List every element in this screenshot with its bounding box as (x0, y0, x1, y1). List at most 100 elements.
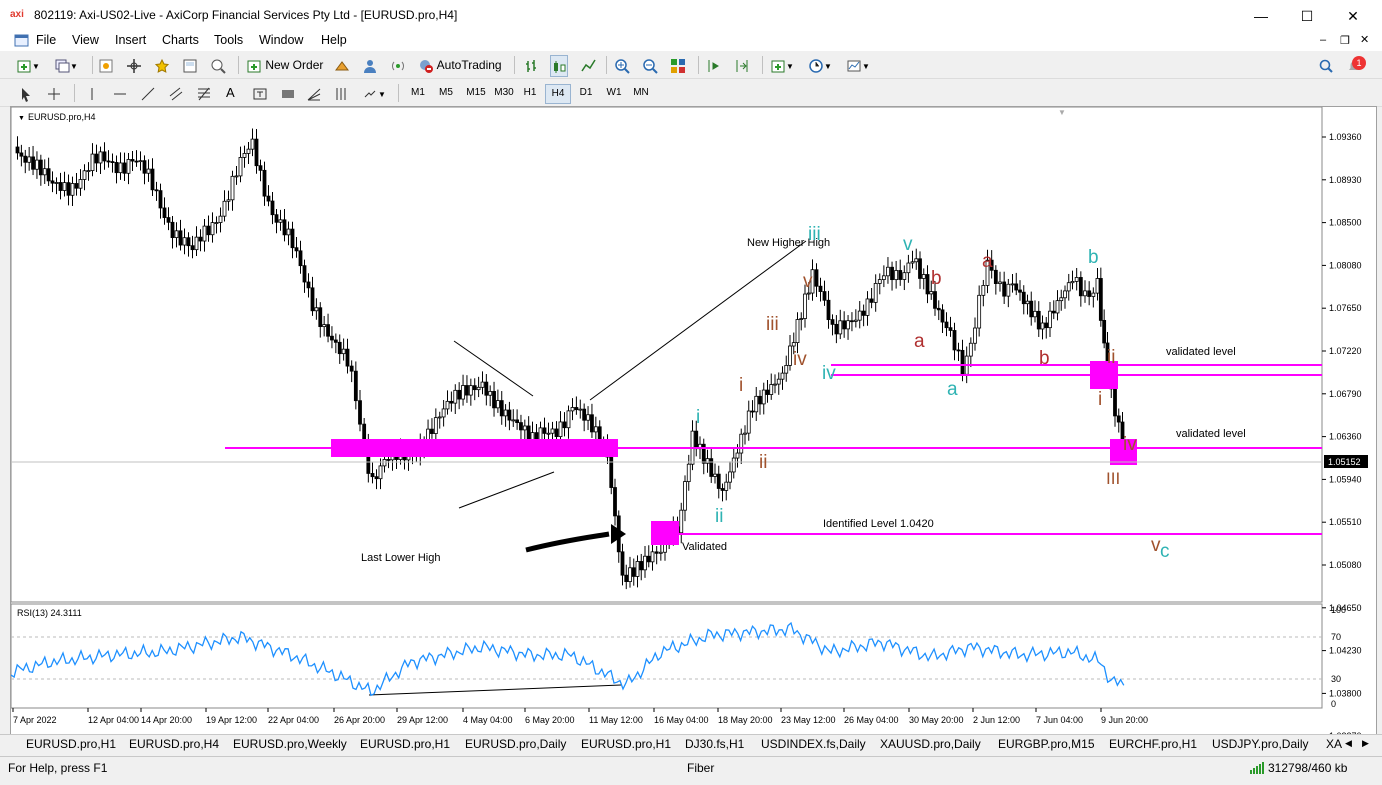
price-chart[interactable]: 1.09360 1.08930 1.08500 1.08080 1.07650 1.072… (10, 106, 1376, 741)
navigator-button[interactable] (154, 55, 170, 75)
candle-body (50, 180, 55, 184)
strategy-tester-button[interactable] (210, 55, 226, 75)
zoom-in-button[interactable] (614, 55, 630, 75)
candle-body (838, 320, 843, 335)
timeframe-mn[interactable]: MN (629, 84, 653, 102)
tab-scroll-left-icon[interactable]: ◀ (1345, 738, 1352, 749)
tab-eurchf-h1[interactable]: EURCHF.pro,H1 (1109, 737, 1197, 751)
menu-charts[interactable]: Charts (162, 33, 199, 47)
templates-button[interactable]: ▼ (846, 55, 870, 75)
tab-xa[interactable]: XA (1326, 737, 1342, 751)
autotrading-button[interactable]: AutoTrading (418, 55, 502, 75)
minimize-button[interactable]: — (1238, 4, 1284, 28)
candle-body (499, 400, 504, 417)
market-watch-button[interactable] (98, 55, 114, 75)
maximize-button[interactable]: ☐ (1284, 4, 1330, 28)
user-icon (364, 59, 376, 73)
arrows-tool[interactable]: ▼ (362, 83, 386, 103)
indicators-button[interactable]: ▼ (770, 55, 794, 75)
notifications-button[interactable]: 1 (1346, 55, 1366, 75)
tab-eurgbp-m15[interactable]: EURGBP.pro,M15 (998, 737, 1095, 751)
mdi-window-icon[interactable] (14, 33, 30, 49)
equidistant-channel-tool[interactable] (168, 83, 184, 103)
candle-body (728, 471, 732, 483)
fibonacci-tool[interactable] (196, 83, 212, 103)
line-chart-button[interactable] (580, 55, 596, 75)
vertical-line-tool[interactable] (84, 83, 100, 103)
signals-button[interactable] (362, 55, 378, 75)
menu-file[interactable]: File (36, 33, 56, 47)
candle-body (586, 414, 590, 421)
search-button[interactable] (1318, 55, 1334, 75)
tab-usdindex-daily[interactable]: USDINDEX.fs,Daily (761, 737, 866, 751)
menu-insert[interactable]: Insert (115, 33, 146, 47)
candle-body (507, 409, 512, 421)
mdi-minimize-icon[interactable]: – (1320, 34, 1326, 46)
tab-scroll-right-icon[interactable]: ▶ (1362, 738, 1369, 749)
collapse-icon[interactable]: ▼ (18, 115, 25, 122)
cursor-tool[interactable] (18, 83, 34, 103)
tab-eurusd-h1-2[interactable]: EURUSD.pro,H1 (360, 737, 450, 751)
text-tool[interactable]: A (226, 83, 235, 103)
new-order-button[interactable]: New Order (246, 55, 323, 75)
gann-tool[interactable] (334, 83, 350, 103)
crosshair-tool[interactable] (46, 83, 62, 103)
fibo-fan-tool[interactable] (306, 83, 322, 103)
periods-button[interactable]: ▼ (808, 55, 832, 75)
candle-body (162, 207, 167, 218)
zoom-out-button[interactable] (642, 55, 658, 75)
vps-button[interactable] (390, 55, 406, 75)
text-label-tool[interactable] (252, 83, 268, 103)
timeframe-m15[interactable]: M15 (462, 84, 490, 102)
candle-body (290, 228, 295, 249)
tab-eurusd-weekly[interactable]: EURUSD.pro,Weekly (233, 737, 347, 751)
close-button[interactable]: ✕ (1330, 4, 1376, 28)
timeframe-m30[interactable]: M30 (490, 84, 518, 102)
horizontal-line-tool[interactable] (112, 83, 128, 103)
autoscroll-button[interactable] (734, 55, 750, 75)
tab-eurusd-h1-3[interactable]: EURUSD.pro,H1 (581, 737, 671, 751)
menu-view[interactable]: View (72, 33, 99, 47)
rectangle-tool[interactable] (280, 83, 296, 103)
wave-label-v-brown: v (803, 271, 813, 292)
new-chart-button[interactable]: ▼ (16, 55, 40, 75)
tab-eurusd-daily[interactable]: EURUSD.pro,Daily (465, 737, 566, 751)
tile-windows-button[interactable] (670, 55, 686, 75)
data-window-button[interactable] (126, 55, 142, 75)
menu-tools[interactable]: Tools (214, 33, 243, 47)
candle-body (270, 200, 275, 216)
autotrading-icon (420, 59, 433, 73)
timeframe-h4[interactable]: H4 (545, 84, 571, 104)
menu-window[interactable]: Window (259, 33, 303, 47)
terminal-button[interactable] (182, 55, 198, 75)
chart-window[interactable]: 1.09360 1.08930 1.08500 1.08080 1.07650 1.072… (10, 106, 1377, 741)
menu-help[interactable]: Help (321, 33, 347, 47)
mdi-restore-icon[interactable]: ❐ (1340, 34, 1350, 47)
timeframe-d1[interactable]: D1 (574, 84, 598, 102)
tab-xauusd-daily[interactable]: XAUUSD.pro,Daily (880, 737, 981, 751)
candle-body (449, 400, 454, 404)
trendline-tool[interactable] (140, 83, 156, 103)
crosshair-move-icon (127, 58, 141, 73)
candlestick-chart-button[interactable] (550, 55, 568, 77)
candle-body (106, 160, 111, 163)
timeframe-m1[interactable]: M1 (406, 84, 430, 102)
metaeditor-button[interactable] (334, 55, 350, 75)
candle-body (278, 219, 283, 223)
candle-body (890, 266, 894, 281)
candle-body (166, 217, 171, 223)
chart-shift-button[interactable] (706, 55, 722, 75)
timeframe-w1[interactable]: W1 (602, 84, 626, 102)
tab-eurusd-h1[interactable]: EURUSD.pro,H1 (26, 737, 116, 751)
tab-usdjpy-daily[interactable]: USDJPY.pro,Daily (1212, 737, 1308, 751)
timeframe-m5[interactable]: M5 (434, 84, 458, 102)
tab-eurusd-h4[interactable]: EURUSD.pro,H4 (129, 737, 219, 751)
bar-chart-button[interactable] (524, 55, 540, 75)
timeframe-h1[interactable]: H1 (518, 84, 542, 102)
date-tick-label: 12 Apr 04:00 (88, 715, 139, 725)
candle-body (134, 160, 139, 163)
candle-body (746, 410, 751, 434)
mdi-close-icon[interactable]: ✕ (1360, 33, 1369, 46)
tab-dj30-h1[interactable]: DJ30.fs,H1 (685, 737, 744, 751)
profiles-button[interactable]: ▼ (54, 55, 78, 75)
